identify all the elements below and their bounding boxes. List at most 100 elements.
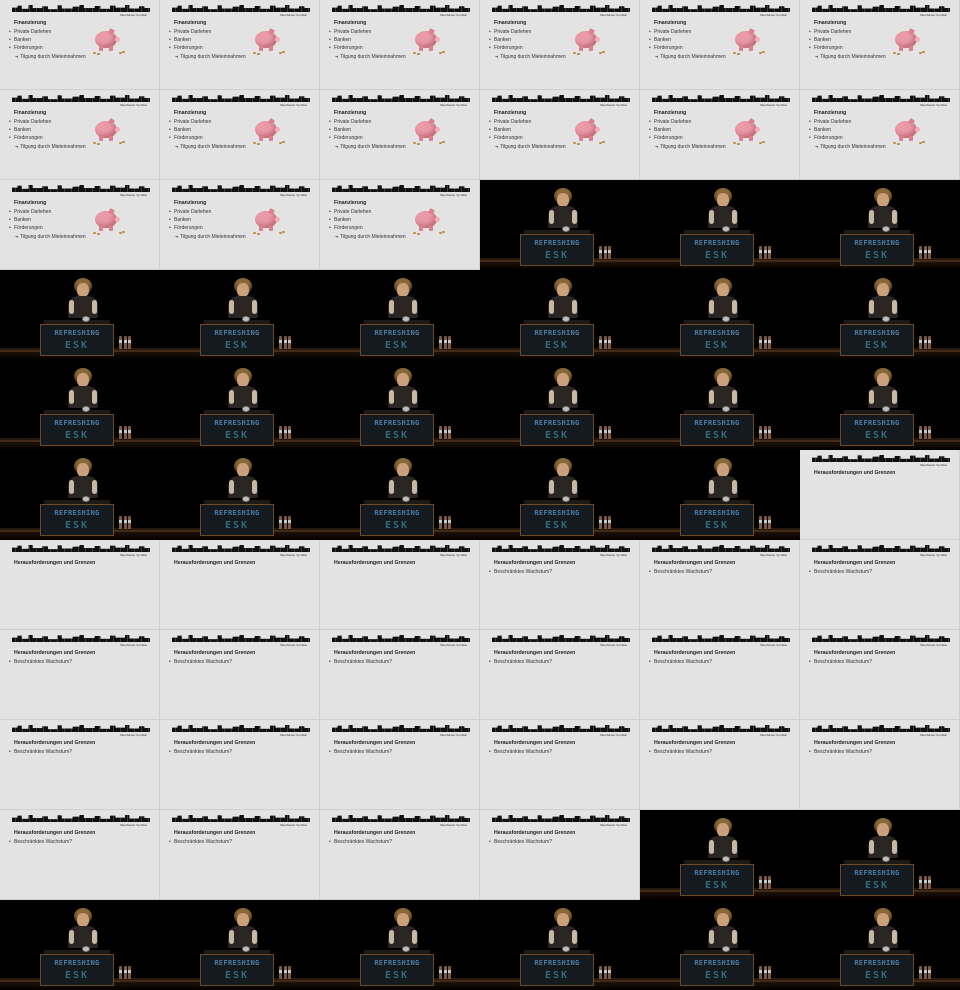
stage-frame-speaker: REFRESHING ESK [320,450,480,540]
slide-frame-finance: Mietshäuser Syndikat Finanzierung • Priva… [160,180,320,270]
water-bottles [118,426,132,440]
microphone-icon [402,496,410,502]
slide-brand: Mietshäuser Syndikat [280,644,307,647]
slide-title: Finanzierung [174,110,207,116]
podium-logo: ESK [544,250,570,261]
podium: REFRESHING ESK [680,414,754,446]
skyline-banner [12,545,150,552]
slide-brand: Mietshäuser Syndikat [600,14,627,17]
skyline-banner [492,725,630,732]
podium: REFRESHING ESK [840,234,914,266]
sub-bullet-item: ➜ Tilgung durch Mieteinnahmen [15,233,86,240]
podium-logo: ESK [224,970,250,981]
slide-frame-challenges-bullet: Mietshäuser Syndikat Herausforderungen u… [160,630,320,720]
slide-brand: Mietshäuser Syndikat [280,554,307,557]
podium-logo: ESK [864,880,890,891]
microphone-icon [722,856,730,862]
slide-brand: Mietshäuser Syndikat [600,824,627,827]
stage-frame-speaker: REFRESHING ESK [640,180,800,270]
bullet-item: • Beschränktes Wachstum? [809,659,872,665]
bullet-list: • Beschränktes Wachstum? [489,838,552,846]
bullet-item: • Beschränktes Wachstum? [809,569,872,575]
stage-frame-speaker: REFRESHING ESK [800,810,960,900]
slide-title: Herausforderungen und Grenzen [494,830,576,836]
piggy-bank-icon [412,26,445,56]
slide-frame-challenges-bullet: Mietshäuser Syndikat Herausforderungen u… [320,630,480,720]
podium-word: REFRESHING [374,959,420,967]
slide-brand: Mietshäuser Syndikat [920,104,947,107]
bullet-list: • Private Darlehen • Banken • Förderungen ➜… [329,118,406,151]
bullet-list: • Beschränktes Wachstum? [809,658,872,666]
slide-frame-challenges: Mietshäuser Syndikat Herausforderungen u… [160,540,320,630]
bullet-list: • Private Darlehen • Banken • Förderungen ➜… [329,208,406,241]
bullet-list: • Private Darlehen • Banken • Förderungen ➜… [809,118,886,151]
slide-brand: Mietshäuser Syndikat [280,734,307,737]
stage-frame-speaker: REFRESHING ESK [800,900,960,990]
podium: REFRESHING ESK [40,954,114,986]
skyline-banner [492,5,630,12]
bullet-item: • Förderungen [489,45,523,52]
slide-frame-challenges-bullet: Mietshäuser Syndikat Herausforderungen u… [160,810,320,900]
slide-brand: Mietshäuser Syndikat [120,194,147,197]
video-frame-contact-sheet: Mietshäuser Syndikat Finanzierung • Priva… [0,0,960,990]
bullet-list: • Beschränktes Wachstum? [489,568,552,576]
bullet-list: • Private Darlehen • Banken • Förderungen ➜… [9,28,86,61]
bullet-item: • Förderungen [489,135,523,142]
slide-brand: Mietshäuser Syndikat [120,14,147,17]
stage-frame-speaker: REFRESHING ESK [640,810,800,900]
bullet-list: • Beschränktes Wachstum? [9,748,72,756]
slide-title: Finanzierung [494,110,527,116]
podium: REFRESHING ESK [840,954,914,986]
podium-word: REFRESHING [54,509,100,517]
bullet-item: • Beschränktes Wachstum? [329,659,392,665]
water-bottles [758,876,772,890]
slide-title: Herausforderungen und Grenzen [14,740,96,746]
water-bottles [758,336,772,350]
slide-title: Herausforderungen und Grenzen [814,560,896,566]
podium: REFRESHING ESK [840,864,914,896]
slide-title: Herausforderungen und Grenzen [814,650,896,656]
piggy-bank-icon [892,26,925,56]
bullet-list: • Beschränktes Wachstum? [9,658,72,666]
sub-bullet-item: ➜ Tilgung durch Mieteinnahmen [655,53,726,60]
slide-brand: Mietshäuser Syndikat [440,194,467,197]
slide-frame-challenges-bullet: Mietshäuser Syndikat Herausforderungen u… [160,720,320,810]
slide-title: Herausforderungen und Grenzen [334,650,416,656]
microphone-icon [882,946,890,952]
podium-word: REFRESHING [534,959,580,967]
podium-word: REFRESHING [694,869,740,877]
water-bottles [758,246,772,260]
bullet-item: • Beschränktes Wachstum? [489,569,552,575]
slide-frame-challenges-bullet: Mietshäuser Syndikat Herausforderungen u… [480,630,640,720]
slide-brand: Mietshäuser Syndikat [120,554,147,557]
slide-title: Finanzierung [14,200,47,206]
microphone-icon [562,496,570,502]
slide-frame-finance: Mietshäuser Syndikat Finanzierung • Priva… [480,90,640,180]
bullet-list: • Private Darlehen • Banken • Förderungen ➜… [649,28,726,61]
bullet-item: • Private Darlehen [9,209,52,215]
bullet-item: • Förderungen [809,135,843,142]
slide-title: Finanzierung [14,110,47,116]
piggy-bank-icon [252,206,285,236]
podium-logo: ESK [544,430,570,441]
stage-frame-speaker: REFRESHING ESK [320,900,480,990]
water-bottles [918,246,932,260]
microphone-icon [722,226,730,232]
sub-bullet-item: ➜ Tilgung durch Mieteinnahmen [15,53,86,60]
slide-frame-challenges-bullet: Mietshäuser Syndikat Herausforderungen u… [640,540,800,630]
slide-frame-challenges-bullet: Mietshäuser Syndikat Herausforderungen u… [480,540,640,630]
podium: REFRESHING ESK [360,504,434,536]
slide-frame-finance: Mietshäuser Syndikat Finanzierung • Priva… [160,90,320,180]
skyline-banner [332,545,470,552]
slide-frame-challenges-bullet: Mietshäuser Syndikat Herausforderungen u… [320,810,480,900]
stage-frame-speaker: REFRESHING ESK [800,270,960,360]
podium: REFRESHING ESK [520,954,594,986]
stage-frame-speaker: REFRESHING ESK [0,900,160,990]
slide-brand: Mietshäuser Syndikat [600,644,627,647]
microphone-icon [722,316,730,322]
podium-logo: ESK [544,340,570,351]
bullet-list: • Private Darlehen • Banken • Förderungen ➜… [169,28,246,61]
microphone-icon [242,316,250,322]
skyline-banner [332,635,470,642]
slide-frame-finance: Mietshäuser Syndikat Finanzierung • Priva… [320,180,480,270]
